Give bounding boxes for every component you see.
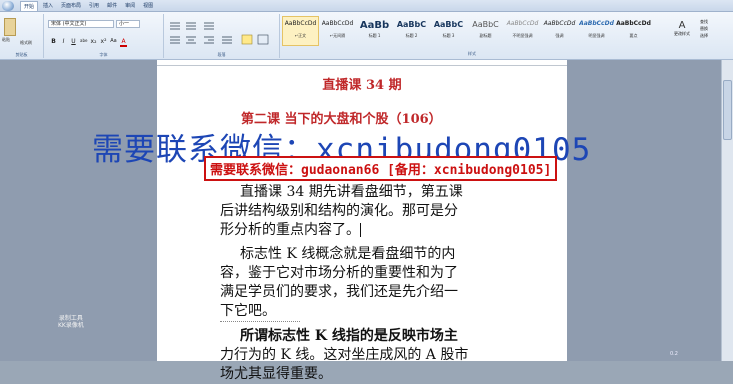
styles-group-label: 样式	[468, 51, 476, 56]
font-name-select[interactable]: 宋体 (中文正文)	[48, 20, 114, 28]
style-emphasis[interactable]: AaBbCcDd 强调	[541, 16, 578, 46]
tab-view[interactable]: 视图	[140, 1, 156, 11]
word-window: 开始 插入 页面布局 引用 邮件 审阅 视图 粘贴 格式刷 剪贴板 宋体 (中文…	[0, 0, 733, 382]
document-title: 直播课 34 期	[322, 78, 402, 93]
body-line: 所谓标志性 K 线指的是反映市场主	[240, 328, 458, 344]
style-name: 标题 3	[442, 33, 455, 38]
font-size-select[interactable]: 小一	[116, 20, 140, 28]
style-name: 标题 1	[368, 33, 381, 38]
zoom-indicator[interactable]: 0.2	[670, 351, 678, 357]
style-strong[interactable]: AaBbCcDd 要点	[615, 16, 652, 46]
styles-gallery: AaBbCcDd ↵正文 AaBbCcDd ↵无间隔 AaBb 标题 1 AaBbC 标…	[282, 16, 652, 46]
tab-home[interactable]: 开始	[20, 1, 39, 11]
strikethrough-button[interactable]: abe	[80, 38, 87, 47]
text-cursor	[360, 223, 361, 237]
font-group-label: 字体	[99, 52, 108, 57]
style-heading-1[interactable]: AaBb 标题 1	[356, 16, 393, 46]
italic-button[interactable]: I	[60, 38, 67, 47]
recorder-line-1: 录制工具	[58, 315, 83, 322]
tab-mailings[interactable]: 邮件	[104, 1, 120, 11]
body-line: 形分析的重点内容了。	[220, 221, 510, 240]
style-sample: AaBbCcDd	[579, 20, 614, 27]
subscript-button[interactable]: x₂	[90, 38, 97, 47]
body-line: 后讲结构级别和结构的演化。那可是分	[220, 203, 458, 219]
clipboard-group-label: 剪贴板	[15, 52, 28, 57]
style-name: ↵无间隔	[329, 33, 346, 38]
tab-review[interactable]: 审阅	[122, 1, 138, 11]
paste-button[interactable]: 粘贴	[2, 37, 10, 43]
scrollbar-thumb[interactable]	[723, 80, 732, 140]
style-intense-emphasis[interactable]: AaBbCcDd 明显强调	[578, 16, 615, 46]
style-name: 明显强调	[588, 33, 605, 38]
style-title[interactable]: AaBbC 标题 3	[430, 16, 467, 46]
style-sample: AaBbCcDd	[321, 20, 354, 27]
body-line: 下它吧。	[220, 302, 300, 322]
style-sample: AaBb	[359, 20, 390, 31]
body-line: 场尤其显得重要。	[220, 366, 332, 382]
style-no-spacing[interactable]: AaBbCcDd ↵无间隔	[319, 16, 356, 46]
style-sample: AaBbC	[433, 20, 464, 29]
style-name: ↵正文	[294, 33, 307, 38]
style-normal[interactable]: AaBbCcDd ↵正文	[282, 16, 319, 46]
style-name: 标题 2	[405, 33, 418, 38]
body-line: 直播课 34 期先讲看盘细节，第五课	[240, 184, 463, 200]
change-styles-label: 更改样式	[674, 31, 690, 36]
style-name: 不明显强调	[512, 33, 533, 38]
document-body[interactable]: 直播课 34 期先讲看盘细节，第五课 后讲结构级别和结构的演化。那可是分 形分析…	[220, 183, 510, 384]
style-sample: AaBbCcDd	[543, 20, 576, 27]
recorder-watermark: 录制工具 KK录像机	[58, 315, 84, 329]
change-styles-icon: A	[678, 20, 686, 31]
style-subtitle[interactable]: AaBbC 副标题	[467, 16, 504, 46]
body-line: 容，鉴于它对市场分析的重要性和为了	[220, 265, 458, 281]
style-name: 强调	[555, 33, 564, 38]
tab-page-layout[interactable]: 页面布局	[58, 1, 84, 11]
style-sample: AaBbCcDd	[616, 20, 651, 27]
paragraph-group-label: 段落	[217, 52, 226, 57]
underline-button[interactable]: U	[70, 38, 77, 47]
change-case-button[interactable]: Aa	[110, 38, 117, 47]
change-styles-button[interactable]: A 更改样式	[668, 20, 696, 37]
body-line: 力行为的 K 线。这对坐庄成风的 A 股市	[220, 347, 469, 363]
office-button-icon[interactable]	[2, 1, 14, 11]
ribbon-tab-bar: 开始 插入 页面布局 引用 邮件 审阅 视图	[0, 0, 733, 12]
clipboard-group: 粘贴 格式刷 剪贴板	[0, 14, 44, 58]
recorder-line-2: KK录像机	[58, 322, 84, 329]
style-name: 副标题	[479, 33, 492, 38]
format-buttons: B I U abe x₂ x² Aa A	[50, 38, 127, 47]
watermark-red: 需要联系微信：gudaonan66 [备用：xcnibudong0105]	[204, 156, 558, 181]
style-name: 要点	[629, 33, 638, 38]
font-group: 宋体 (中文正文) 小一 字体	[44, 14, 164, 58]
bold-button[interactable]: B	[50, 38, 57, 47]
body-line: 满足学员们的要求，我们还是先介绍一	[220, 284, 458, 300]
ribbon: 粘贴 格式刷 剪贴板 宋体 (中文正文) 小一 字体 B I U abe x₂ …	[0, 12, 733, 60]
superscript-button[interactable]: x²	[100, 38, 107, 47]
format-painter-button[interactable]: 格式刷	[20, 40, 32, 46]
replace-button[interactable]: 替换	[700, 25, 708, 32]
body-line-text: 形分析的重点内容了。	[220, 222, 360, 238]
style-sample: AaBbCcDd	[506, 20, 539, 27]
find-button[interactable]: 查找	[700, 18, 708, 25]
editing-group: 查找 替换 选择	[700, 18, 708, 39]
style-sample: AaBbCcDd	[284, 20, 317, 27]
tab-references[interactable]: 引用	[86, 1, 102, 11]
paragraph-group: 段落	[164, 14, 280, 58]
paragraph-tools-icon[interactable]	[168, 20, 278, 46]
style-sample: AaBbC	[396, 20, 427, 29]
font-color-button[interactable]: A	[120, 38, 127, 47]
style-heading-2[interactable]: AaBbC 标题 2	[393, 16, 430, 46]
body-line: 标志性 K 线概念就是看盘细节的内	[240, 246, 456, 262]
vertical-scrollbar[interactable]	[721, 60, 733, 361]
select-button[interactable]: 选择	[700, 32, 708, 39]
tab-insert[interactable]: 插入	[40, 1, 56, 11]
style-subtle-emphasis[interactable]: AaBbCcDd 不明显强调	[504, 16, 541, 46]
paste-icon[interactable]	[4, 18, 16, 36]
style-sample: AaBbC	[472, 20, 499, 29]
